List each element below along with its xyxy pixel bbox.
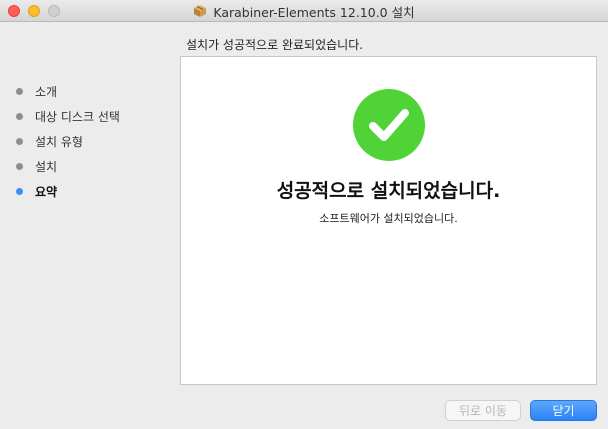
window-titlebar: Karabiner-Elements 12.10.0 설치 — [0, 0, 608, 22]
step-label: 대상 디스크 선택 — [35, 110, 120, 124]
content-panel: 성공적으로 설치되었습니다. 소프트웨어가 설치되었습니다. — [180, 56, 597, 385]
go-back-button[interactable]: 뒤로 이동 — [445, 400, 521, 421]
step-dot-icon — [16, 163, 23, 170]
step-dot-icon — [16, 188, 23, 195]
step-dot-icon — [16, 138, 23, 145]
step-label: 설치 유형 — [35, 135, 83, 149]
checkmark-circle-icon — [353, 89, 425, 161]
step-item: 설치 유형 — [16, 129, 120, 154]
step-label: 설치 — [35, 160, 58, 174]
window-title: Karabiner-Elements 12.10.0 설치 — [213, 4, 415, 20]
page-heading: 설치가 성공적으로 완료되었습니다. — [186, 38, 364, 52]
close-button[interactable]: 닫기 — [530, 400, 597, 421]
step-item: 대상 디스크 선택 — [16, 104, 120, 129]
step-label: 요약 — [35, 185, 58, 199]
step-item: 소개 — [16, 79, 120, 104]
step-dot-icon — [16, 113, 23, 120]
step-item: 설치 — [16, 154, 120, 179]
success-title: 성공적으로 설치되었습니다. — [276, 180, 501, 202]
package-icon — [193, 4, 207, 18]
step-item-active: 요약 — [16, 179, 120, 204]
step-dot-icon — [16, 88, 23, 95]
window-title-container: Karabiner-Elements 12.10.0 설치 — [0, 0, 608, 22]
installer-steps: 소개 대상 디스크 선택 설치 유형 설치 요약 — [16, 79, 120, 204]
success-subtitle: 소프트웨어가 설치되었습니다. — [319, 212, 458, 225]
step-label: 소개 — [35, 85, 58, 99]
